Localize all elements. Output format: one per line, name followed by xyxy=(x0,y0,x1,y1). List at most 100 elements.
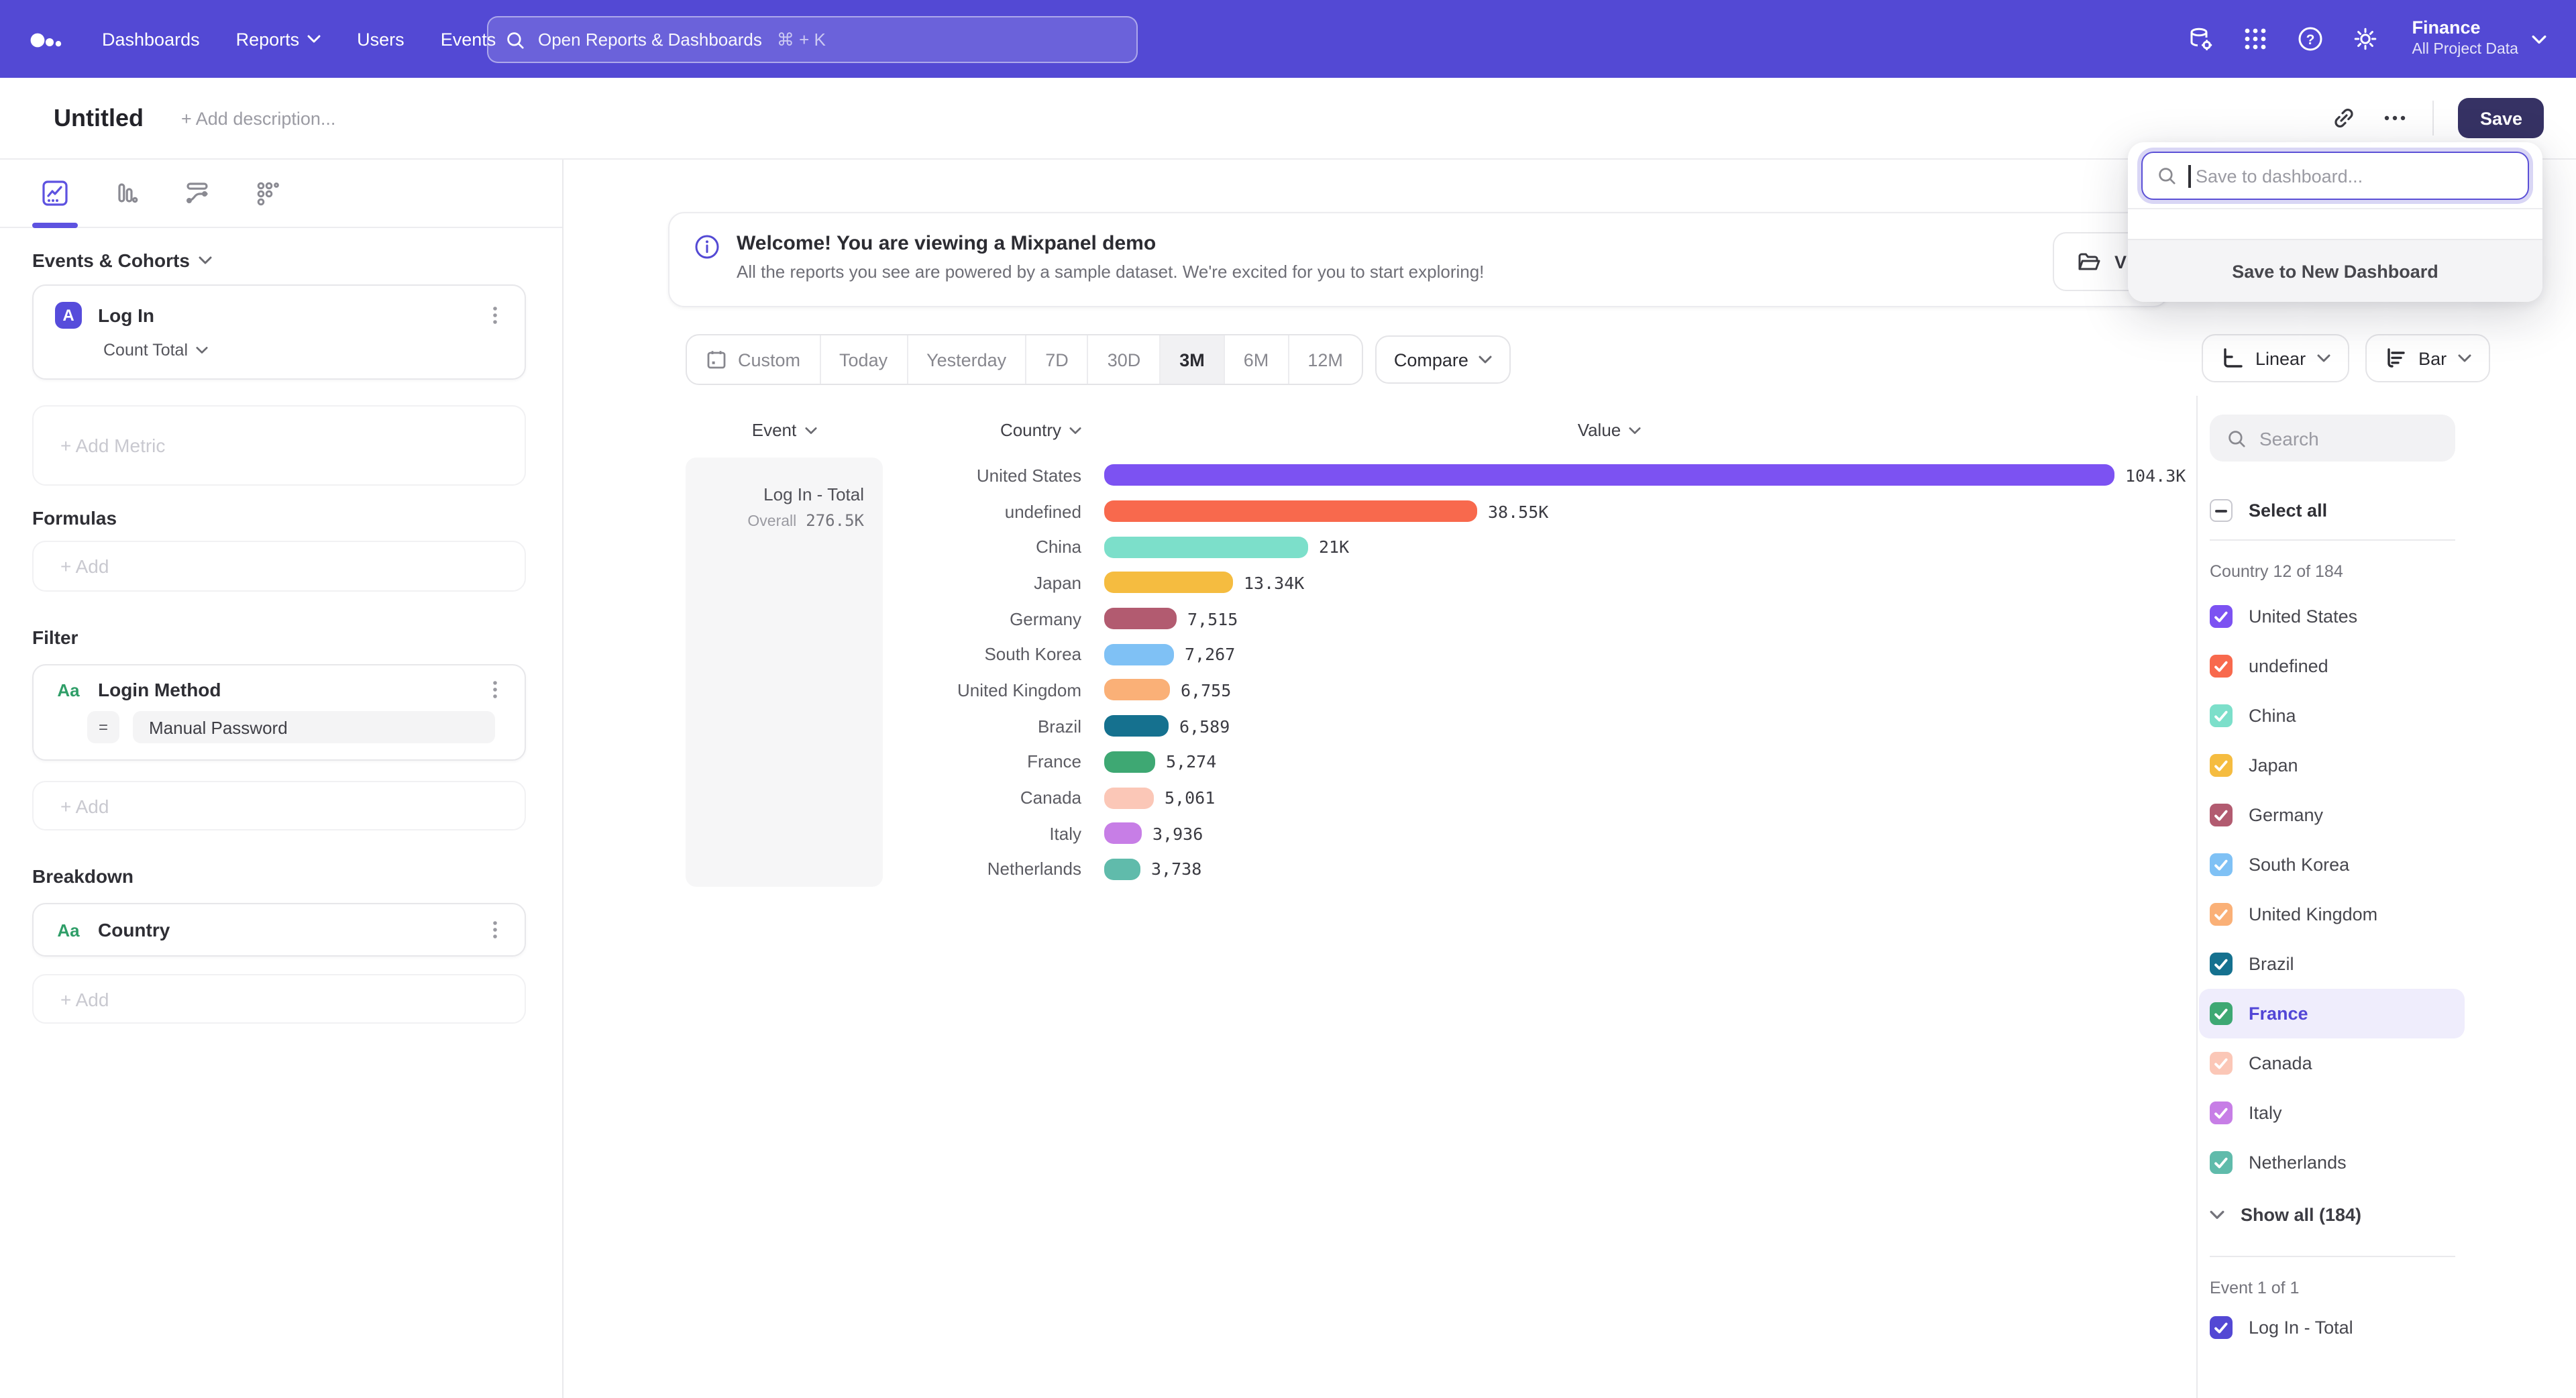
chart-row-value: 6,755 xyxy=(1181,680,1231,700)
nav-dashboards[interactable]: Dashboards xyxy=(102,29,200,49)
checkbox-checked-icon[interactable] xyxy=(2210,704,2233,727)
calendar-icon xyxy=(706,349,727,370)
aggregation-selector[interactable]: Count Total xyxy=(55,341,506,360)
tab-flows[interactable] xyxy=(177,173,217,213)
checkbox-checked-icon[interactable] xyxy=(2210,655,2233,678)
chart-row-bar[interactable] xyxy=(1104,500,1477,522)
report-type-tabs xyxy=(0,160,562,228)
tab-retention[interactable] xyxy=(248,173,288,213)
chart-row-bar[interactable] xyxy=(1104,680,1170,701)
select-all-row[interactable]: Select all xyxy=(2210,499,2576,522)
column-header-country[interactable]: Country xyxy=(885,420,1081,440)
chart-row-bar[interactable] xyxy=(1104,465,2114,486)
checkbox-checked-icon[interactable] xyxy=(2210,853,2233,876)
filter-property-name[interactable]: Login Method xyxy=(98,679,221,700)
checkbox-checked-icon[interactable] xyxy=(2210,1002,2233,1025)
range-30d[interactable]: 30D xyxy=(1087,335,1160,384)
legend-checkbox-item[interactable]: Brazil xyxy=(2210,939,2465,989)
checkbox-checked-icon[interactable] xyxy=(2210,1052,2233,1075)
data-management-icon[interactable] xyxy=(2186,25,2213,52)
checkbox-checked-icon[interactable] xyxy=(2210,1101,2233,1124)
chart-row-bar[interactable] xyxy=(1104,572,1233,594)
legend-search-input[interactable]: Search xyxy=(2210,415,2455,462)
legend-checkbox-item[interactable]: Germany xyxy=(2210,790,2465,840)
tab-insights[interactable] xyxy=(35,173,75,213)
save-to-new-dashboard-button[interactable]: Save to New Dashboard xyxy=(2128,239,2542,302)
chart-row-bar[interactable] xyxy=(1104,822,1142,844)
global-search[interactable]: Open Reports & Dashboards ⌘ + K xyxy=(487,16,1138,63)
filter-operator[interactable]: = xyxy=(87,711,119,743)
metric-card[interactable]: A Log In Count Total xyxy=(32,284,526,380)
add-formula-button[interactable]: + Add xyxy=(32,541,526,592)
help-icon[interactable]: ? xyxy=(2296,25,2323,52)
chevron-down-icon xyxy=(196,346,208,354)
checkbox-checked-icon[interactable] xyxy=(2210,1316,2233,1339)
save-dashboard-search-input[interactable]: Save to dashboard... xyxy=(2141,152,2529,200)
event-name[interactable]: Log In xyxy=(98,305,154,326)
legend-checkbox-item[interactable]: United Kingdom xyxy=(2210,890,2465,939)
column-header-value[interactable]: Value xyxy=(1104,420,2114,440)
kebab-menu-icon[interactable] xyxy=(484,305,506,326)
apps-grid-icon[interactable] xyxy=(2241,25,2268,52)
breakdown-card[interactable]: Aa Country xyxy=(32,903,526,957)
settings-gear-icon[interactable] xyxy=(2351,25,2378,52)
report-title[interactable]: Untitled xyxy=(54,104,144,132)
legend-checkbox-item[interactable]: Netherlands xyxy=(2210,1138,2465,1187)
more-options-icon[interactable] xyxy=(2382,105,2409,131)
checkbox-checked-icon[interactable] xyxy=(2210,605,2233,628)
project-switcher[interactable]: Finance All Project Data xyxy=(2412,18,2546,60)
range-custom[interactable]: Custom xyxy=(687,335,819,384)
nav-reports[interactable]: Reports xyxy=(236,29,321,49)
checkbox-checked-icon[interactable] xyxy=(2210,1151,2233,1174)
show-all-button[interactable]: Show all (184) xyxy=(2210,1190,2576,1240)
kebab-menu-icon[interactable] xyxy=(484,919,506,940)
range-12m[interactable]: 12M xyxy=(1287,335,1362,384)
legend-checkbox-item[interactable]: South Korea xyxy=(2210,840,2465,890)
legend-checkbox-item[interactable]: Canada xyxy=(2210,1038,2465,1088)
range-yesterday[interactable]: Yesterday xyxy=(906,335,1025,384)
chart-row-bar[interactable] xyxy=(1104,536,1308,557)
scale-selector-button[interactable]: Linear xyxy=(2202,334,2349,382)
event-list: Log In - Total xyxy=(2210,1303,2576,1352)
filter-card[interactable]: Aa Login Method = Manual Password xyxy=(32,664,526,761)
chart-row-bar[interactable] xyxy=(1104,608,1177,629)
range-today[interactable]: Today xyxy=(819,335,906,384)
chart-row-bar[interactable] xyxy=(1104,644,1174,665)
legend-checkbox-item[interactable]: China xyxy=(2210,691,2465,741)
range-6m[interactable]: 6M xyxy=(1224,335,1288,384)
legend-checkbox-item[interactable]: Italy xyxy=(2210,1088,2465,1138)
range-3m-active[interactable]: 3M xyxy=(1159,335,1224,384)
save-button[interactable]: Save xyxy=(2459,98,2544,138)
chart-row-bar[interactable] xyxy=(1104,751,1155,773)
add-filter-button[interactable]: + Add xyxy=(32,781,526,830)
column-header-event[interactable]: Event xyxy=(686,420,883,440)
chart-row-bar[interactable] xyxy=(1104,859,1140,880)
filter-value[interactable]: Manual Password xyxy=(133,711,495,743)
chart-row-bar[interactable] xyxy=(1104,715,1169,737)
events-cohorts-header[interactable]: Events & Cohorts xyxy=(32,250,530,271)
chart-row-label: Brazil xyxy=(564,716,1081,736)
checkbox-checked-icon[interactable] xyxy=(2210,754,2233,777)
mixpanel-logo-icon[interactable] xyxy=(30,28,64,50)
legend-checkbox-item[interactable]: United States xyxy=(2210,592,2465,641)
tab-funnels[interactable] xyxy=(106,173,146,213)
checkbox-checked-icon[interactable] xyxy=(2210,804,2233,826)
legend-checkbox-item[interactable]: Japan xyxy=(2210,741,2465,790)
legend-checkbox-item[interactable]: undefined xyxy=(2210,641,2465,691)
range-7d[interactable]: 7D xyxy=(1025,335,1087,384)
legend-checkbox-item[interactable]: France xyxy=(2199,989,2465,1038)
add-breakdown-button[interactable]: + Add xyxy=(32,974,526,1024)
breakdown-property-name[interactable]: Country xyxy=(98,919,170,940)
add-metric-button[interactable]: + Add Metric xyxy=(32,405,526,486)
copy-link-icon[interactable] xyxy=(2331,105,2358,131)
nav-users[interactable]: Users xyxy=(357,29,405,49)
chart-row-bar[interactable] xyxy=(1104,787,1154,808)
indeterminate-checkbox[interactable] xyxy=(2210,499,2233,522)
compare-button[interactable]: Compare xyxy=(1375,335,1511,384)
add-description-placeholder[interactable]: + Add description... xyxy=(181,108,335,128)
checkbox-checked-icon[interactable] xyxy=(2210,903,2233,926)
checkbox-checked-icon[interactable] xyxy=(2210,953,2233,975)
chart-style-button[interactable]: Bar xyxy=(2365,334,2489,382)
legend-checkbox-item[interactable]: Log In - Total xyxy=(2210,1303,2465,1352)
kebab-menu-icon[interactable] xyxy=(484,679,506,700)
